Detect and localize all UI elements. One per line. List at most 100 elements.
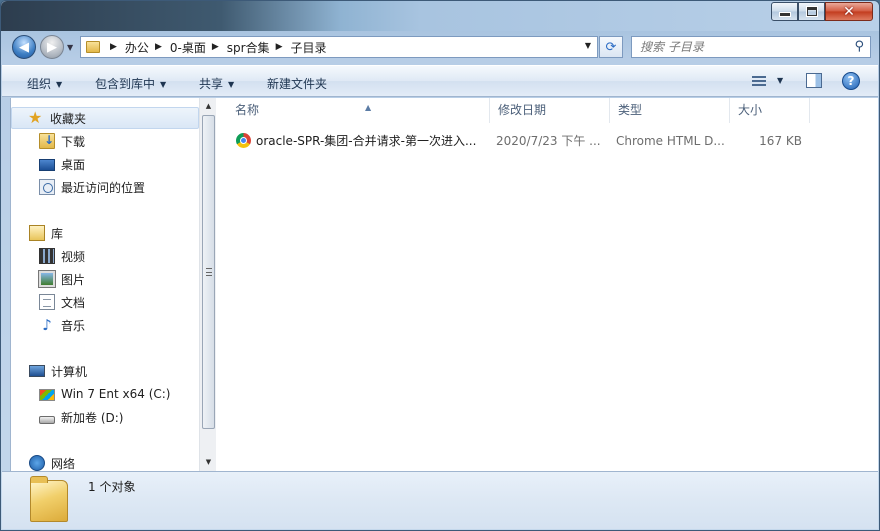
refresh-button[interactable]: ⟳ [599,36,623,58]
chevron-right-icon[interactable]: ▶ [272,42,291,52]
chevron-down-icon: ▼ [56,80,63,89]
include-in-library-label: 包含到库中 [95,77,156,91]
command-bar: 组织 ▼ 包含到库中 ▼ 共享 ▼ 新建文件夹 ▼ ? [2,65,878,97]
explorer-window: ✕ ◀ ▶ ▼ ▶ 办公 ▶ 0-桌面 ▶ spr合集 ▶ 子目录 ▼ ⟳ ⚲ [0,0,880,531]
help-icon[interactable]: ? [842,72,860,90]
column-header-label: 大小 [738,103,763,117]
sidebar-item-favorites[interactable]: ★ 收藏夹 [11,107,199,129]
column-header-size[interactable]: 大小 [730,98,810,123]
breadcrumb-item[interactable]: 办公 [125,39,151,56]
sidebar-item-music[interactable]: ♪ 音乐 [11,314,85,336]
sidebar-item-videos[interactable]: 视频 [11,245,85,267]
sidebar-item-drive-c[interactable]: Win 7 Ent x64 (C:) [11,383,170,405]
breadcrumb-item[interactable]: 0-桌面 [170,39,208,56]
chevron-down-icon: ▼ [228,80,235,89]
back-button[interactable]: ◀ [12,35,36,59]
grip-icon [206,268,212,276]
new-folder-button[interactable]: 新建文件夹 [267,75,327,92]
share-button[interactable]: 共享 ▼ [199,75,234,92]
sidebar-item-documents[interactable]: 文档 [11,291,85,313]
refresh-icon: ⟳ [605,39,617,55]
recent-pages-dropdown[interactable]: ▼ [67,43,73,52]
recent-places-icon [39,179,55,195]
new-folder-label: 新建文件夹 [267,77,328,91]
desktop-icon [39,159,55,171]
sidebar-item-label: 最近访问的位置 [61,180,146,195]
chevron-down-icon: ▼ [160,80,167,89]
sidebar-item-label: 文档 [61,295,86,310]
maximize-icon [806,7,817,16]
scrollbar-thumb[interactable] [202,115,215,429]
file-name: oracle-SPR-集团-合并请求-第一次进入... [256,134,477,148]
chrome-icon [236,133,251,148]
navigation-row: ◀ ▶ ▼ ▶ 办公 ▶ 0-桌面 ▶ spr合集 ▶ 子目录 ▼ ⟳ ⚲ [1,31,879,63]
view-options-icon[interactable] [752,74,766,87]
forward-button[interactable]: ▶ [40,35,64,59]
file-list: ▲ 名称 修改日期 类型 大小 oracle-SPR-集团-合并请求-第一次进入… [217,98,878,471]
column-header-name[interactable]: ▲ 名称 [227,98,490,123]
item-count: 1 个对象 [88,480,136,494]
address-dropdown-icon[interactable]: ▼ [585,41,591,50]
folder-icon [30,476,68,522]
breadcrumb: ▶ 办公 ▶ 0-桌面 ▶ spr合集 ▶ 子目录 [106,37,329,57]
sidebar-item-label: 下载 [61,134,86,149]
sidebar-item-recent-places[interactable]: 最近访问的位置 [11,176,145,198]
organize-label: 组织 [27,77,52,91]
scroll-down-icon[interactable]: ▼ [200,454,217,471]
search-input[interactable] [632,37,842,57]
include-in-library-button[interactable]: 包含到库中 ▼ [95,75,166,92]
file-type: Chrome HTML D... [616,134,725,148]
library-icon [29,225,45,241]
computer-icon [29,365,45,377]
maximize-button[interactable] [798,2,825,21]
sidebar-item-pictures[interactable]: 图片 [11,268,85,290]
sidebar-item-label: 桌面 [61,157,86,172]
chevron-right-icon[interactable]: ▶ [151,42,170,52]
breadcrumb-item[interactable]: 子目录 [290,39,328,56]
sidebar-item-label: 图片 [61,272,86,287]
sidebar-item-libraries[interactable]: 库 [11,222,63,244]
chevron-right-icon[interactable]: ▶ [106,42,125,52]
network-icon [29,455,45,471]
forward-arrow-icon: ▶ [47,39,57,55]
search-box: ⚲ [631,36,871,58]
sidebar-item-label: 新加卷 (D:) [61,410,124,425]
title-bar: ✕ [1,1,879,31]
drive-icon [39,415,55,424]
scroll-up-icon[interactable]: ▲ [200,98,217,115]
column-header-type[interactable]: 类型 [610,98,730,123]
details-pane: 1 个对象 [2,471,878,529]
folder-icon [86,41,100,53]
minimize-button[interactable] [771,2,798,21]
music-icon: ♪ [42,316,52,334]
star-icon: ★ [28,108,43,127]
preview-pane-icon[interactable] [806,73,822,88]
navigation-pane: ★ 收藏夹 下载 桌面 最近访问的位置 库 视频 图片 文档 [10,98,217,471]
sidebar-item-label: 库 [51,226,64,241]
chevron-down-icon[interactable]: ▼ [777,76,783,85]
sidebar-item-desktop[interactable]: 桌面 [11,153,85,175]
sidebar-item-network[interactable]: 网络 [11,452,75,471]
close-button[interactable]: ✕ [825,2,873,21]
download-folder-icon [39,133,55,149]
search-icon[interactable]: ⚲ [854,39,864,54]
organize-button[interactable]: 组织 ▼ [27,75,62,92]
breadcrumb-item[interactable]: spr合集 [227,39,272,56]
document-icon [39,294,55,310]
file-size: 167 KB [759,134,802,148]
address-bar[interactable]: ▶ 办公 ▶ 0-桌面 ▶ spr合集 ▶ 子目录 ▼ [80,36,598,58]
windows-drive-icon [39,389,55,401]
sidebar-item-label: 视频 [61,249,86,264]
share-label: 共享 [199,77,224,91]
sidebar-item-downloads[interactable]: 下载 [11,130,85,152]
table-row[interactable]: oracle-SPR-集团-合并请求-第一次进入... 2020/7/23 下午… [228,129,868,153]
chevron-right-icon[interactable]: ▶ [208,42,227,52]
sidebar-item-drive-d[interactable]: 新加卷 (D:) [11,406,123,428]
sidebar-item-computer[interactable]: 计算机 [11,360,87,382]
column-header-modified[interactable]: 修改日期 [490,98,610,123]
navigation-scrollbar[interactable]: ▲ ▼ [199,98,216,471]
sidebar-item-label: 音乐 [61,318,86,333]
close-icon: ✕ [843,3,855,20]
column-header-label: 名称 [235,103,260,117]
video-icon [39,248,55,264]
